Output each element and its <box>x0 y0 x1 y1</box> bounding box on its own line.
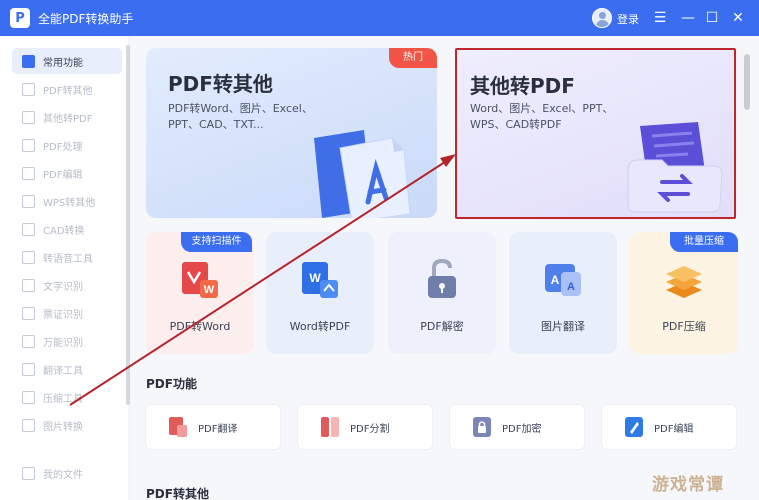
annotation-arrow <box>69 154 456 406</box>
app-window: P 全能PDF转换助手 登录 ☰ — ☐ ✕ 常用功能 PDF转其他 其他转PD… <box>0 0 759 500</box>
watermark-text: 游戏常谭 <box>652 475 724 495</box>
